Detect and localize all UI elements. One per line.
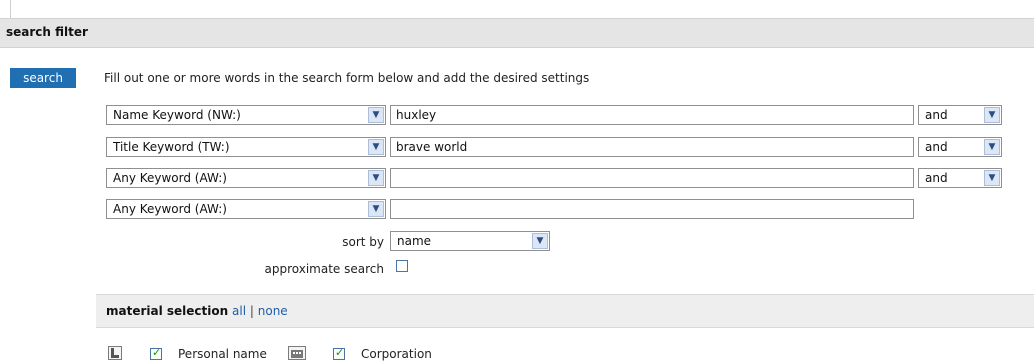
search-filter-header: search filter <box>0 18 1034 48</box>
operator-select-2[interactable]: and ▼ <box>918 137 1002 157</box>
field-select-2[interactable]: Title Keyword (TW:) ▼ <box>106 137 386 157</box>
field-select-4-value: Any Keyword (AW:) <box>113 202 227 216</box>
personal-name-label: Personal name <box>178 347 267 361</box>
operator-select-1-value: and <box>925 108 948 122</box>
search-term-input-1[interactable]: huxley <box>390 105 914 125</box>
building-icon <box>288 346 306 360</box>
search-term-input-3[interactable] <box>390 168 914 188</box>
search-term-input-2[interactable]: brave world <box>390 137 914 157</box>
personal-name-checkbox[interactable] <box>150 346 162 360</box>
field-select-4[interactable]: Any Keyword (AW:) ▼ <box>106 199 386 219</box>
material-selection-label: material selection <box>106 304 229 318</box>
material-selection-title: material selection all | none <box>106 304 288 318</box>
operator-select-3[interactable]: and ▼ <box>918 168 1002 188</box>
person-icon <box>108 346 122 360</box>
field-select-1[interactable]: Name Keyword (NW:) ▼ <box>106 105 386 125</box>
chevron-down-icon[interactable]: ▼ <box>368 201 384 217</box>
chevron-down-icon[interactable]: ▼ <box>368 170 384 186</box>
chevron-down-icon[interactable]: ▼ <box>984 170 1000 186</box>
chevron-down-icon[interactable]: ▼ <box>532 233 548 249</box>
chevron-down-icon[interactable]: ▼ <box>368 139 384 155</box>
sort-by-label: sort by <box>342 235 384 249</box>
top-divider <box>10 0 11 18</box>
search-term-input-2-value: brave world <box>396 140 468 154</box>
operator-select-2-value: and <box>925 140 948 154</box>
chevron-down-icon[interactable]: ▼ <box>984 107 1000 123</box>
corporation-checkbox[interactable] <box>333 346 345 360</box>
operator-select-1[interactable]: and ▼ <box>918 105 1002 125</box>
corporation-label: Corporation <box>361 347 432 361</box>
sort-select-value: name <box>397 234 432 248</box>
field-select-2-value: Title Keyword (TW:) <box>113 140 230 154</box>
page-title: search filter <box>6 25 88 39</box>
operator-select-3-value: and <box>925 171 948 185</box>
sort-select[interactable]: name ▼ <box>390 231 550 251</box>
field-select-3[interactable]: Any Keyword (AW:) ▼ <box>106 168 386 188</box>
material-selection-bar: material selection all | none <box>96 294 1034 328</box>
search-instructions: Fill out one or more words in the search… <box>104 71 590 85</box>
select-none-link[interactable]: none <box>258 304 288 318</box>
search-term-input-4[interactable] <box>390 199 914 219</box>
approximate-search-label: approximate search <box>264 262 384 276</box>
search-term-input-1-value: huxley <box>396 108 437 122</box>
approximate-search-checkbox[interactable] <box>396 260 408 272</box>
link-separator: | <box>249 304 254 318</box>
chevron-down-icon[interactable]: ▼ <box>984 139 1000 155</box>
select-all-link[interactable]: all <box>232 304 246 318</box>
field-select-1-value: Name Keyword (NW:) <box>113 108 241 122</box>
chevron-down-icon[interactable]: ▼ <box>368 107 384 123</box>
search-button[interactable]: search <box>10 68 76 88</box>
field-select-3-value: Any Keyword (AW:) <box>113 171 227 185</box>
